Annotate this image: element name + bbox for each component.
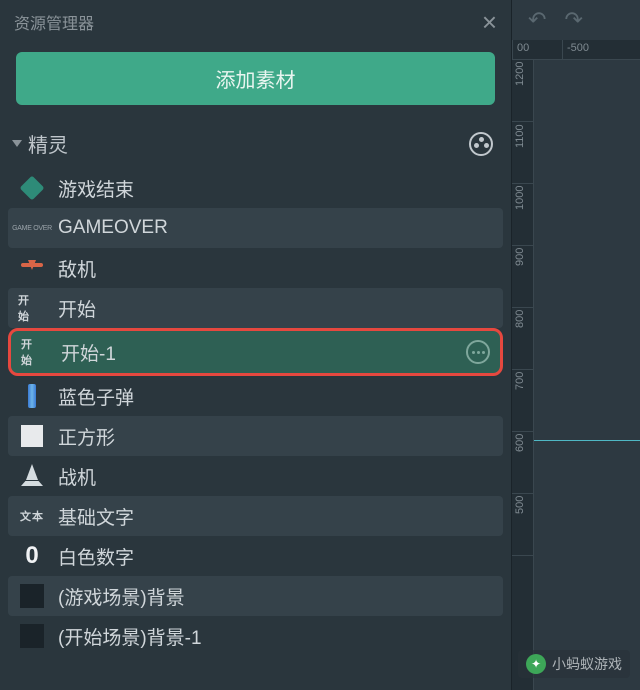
asset-item[interactable]: 开 始开始-1 [8,328,503,376]
asset-item[interactable]: (游戏场景)背景 [8,576,503,616]
text-badge-icon: 文本 [18,502,46,530]
gameover-text-icon: GAME OVER [18,214,46,242]
watermark-text: 小蚂蚁游戏 [552,654,622,674]
black-square-icon [18,582,46,610]
resource-manager-panel: 资源管理器 × 添加素材 精灵 游戏结束GAME OVERGAMEOVER敌机开… [0,0,512,690]
bullet-icon [18,382,46,410]
asset-label: 敌机 [58,255,493,282]
asset-item[interactable]: 文本基础文字 [8,496,503,536]
ruler-tick: 700 [512,370,533,432]
asset-item[interactable]: 游戏结束 [8,168,503,208]
fighter-ship-icon [18,462,46,490]
digit-icon: 0 [18,542,46,570]
close-icon[interactable]: × [482,9,497,35]
asset-label: 战机 [58,463,493,490]
ruler-vertical: 120011001000900800700600500 [512,60,534,690]
panel-header: 资源管理器 × [0,0,511,40]
ruler-horizontal: 00-500 [512,40,640,60]
ruler-tick: -500 [562,40,640,59]
asset-label: 蓝色子弹 [58,383,493,410]
section-title-wrap: 精灵 [12,129,68,158]
ruler-tick: 1100 [512,122,533,184]
add-asset-button[interactable]: 添加素材 [16,52,495,105]
section-header-sprites[interactable]: 精灵 [0,123,511,164]
ruler-tick: 1000 [512,184,533,246]
asset-item[interactable]: 战机 [8,456,503,496]
asset-list: 游戏结束GAME OVERGAMEOVER敌机开 始开始开 始开始-1蓝色子弹正… [0,164,511,690]
asset-label: GAMEOVER [58,217,493,239]
canvas-viewport[interactable] [534,60,640,690]
black-square-icon [18,622,46,650]
asset-label: 正方形 [58,423,493,450]
redo-icon[interactable]: ↷ [564,7,582,33]
canvas-guide-line [534,440,640,441]
asset-label: 基础文字 [58,503,493,530]
caret-down-icon [12,140,22,147]
ruler-tick: 500 [512,494,533,556]
ruler-tick: 600 [512,432,533,494]
asset-item[interactable]: 蓝色子弹 [8,376,503,416]
asset-label: 白色数字 [58,543,493,570]
more-options-icon[interactable] [466,340,490,364]
start-text-icon: 开 始 [21,338,49,366]
asset-item[interactable]: (开始场景)背景-1 [8,616,503,656]
asset-item[interactable]: 敌机 [8,248,503,288]
square-icon [18,422,46,450]
asset-item[interactable]: 正方形 [8,416,503,456]
enemy-ship-icon [18,254,46,282]
asset-label: (游戏场景)背景 [58,583,493,610]
asset-label: 游戏结束 [58,175,493,202]
ruler-tick: 900 [512,246,533,308]
asset-label: 开始 [58,295,493,322]
wechat-icon: ✦ [526,654,546,674]
palette-icon[interactable] [469,132,493,156]
panel-title: 资源管理器 [14,10,94,34]
asset-item[interactable]: GAME OVER GAMEOVER [8,208,503,248]
asset-item[interactable]: 0 白色数字 [8,536,503,576]
watermark: ✦ 小蚂蚁游戏 [518,650,630,678]
asset-label: 开始-1 [61,339,454,366]
section-title: 精灵 [28,129,68,158]
cube-icon [18,174,46,202]
ruler-tick: 800 [512,308,533,370]
asset-label: (开始场景)背景-1 [58,623,493,650]
asset-item[interactable]: 开 始开始 [8,288,503,328]
canvas-toolbar: ↶ ↷ [512,0,640,40]
ruler-tick: 00 [512,40,562,59]
undo-icon[interactable]: ↶ [528,7,546,33]
start-text-icon: 开 始 [18,294,46,322]
ruler-tick: 1200 [512,60,533,122]
